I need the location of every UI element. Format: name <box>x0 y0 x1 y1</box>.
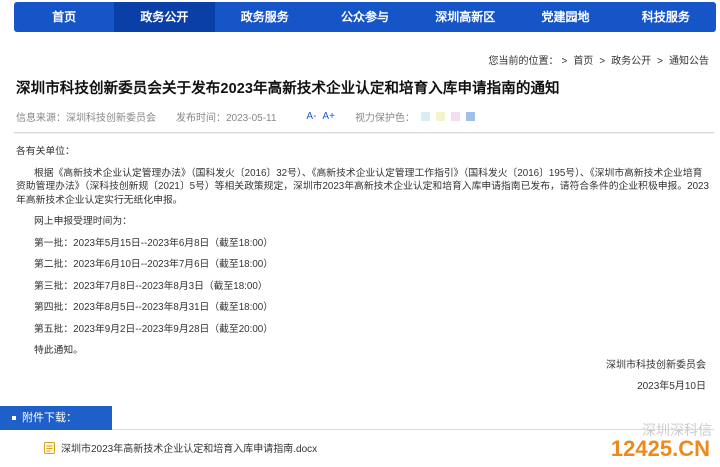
batch-item: 第一批：2023年5月15日--2023年6月8日（截至18:00） <box>34 237 274 249</box>
eye-care-swatch-blue[interactable] <box>420 112 430 121</box>
eye-care-swatch-yellow[interactable] <box>435 112 445 121</box>
sign-date: 2023年5月10日 <box>637 381 706 392</box>
nav-item-tech-services[interactable]: 科技服务 <box>616 2 716 32</box>
breadcrumb-item-government-affairs[interactable]: 政务公开 <box>611 56 651 67</box>
divider <box>112 429 714 430</box>
page-title: 深圳市科技创新委员会关于发布2023年高新技术企业认定和培育入库申请指南的通知 <box>16 81 560 97</box>
watermark-logo: 12425.CN <box>611 436 710 462</box>
batch-item: 第三批：2023年7月8日--2023年8月3日（截至18:00） <box>34 280 268 292</box>
breadcrumb-item-home[interactable]: 首页 <box>573 56 593 67</box>
eye-care-swatch-pink[interactable] <box>450 112 460 121</box>
eye-care-label: 视力保护色： <box>354 113 415 124</box>
document-icon <box>44 441 55 454</box>
breadcrumb-separator: > <box>561 56 568 67</box>
batch-item: 第五批：2023年9月2日--2023年9月28日（截至20:00） <box>34 323 274 335</box>
batch-item: 第四批：2023年8月5日--2023年8月31日（截至18:00） <box>34 302 274 313</box>
nav-bar: 首页 政务公开 政务服务 公众参与 深圳高新区 党建园地 科技服务 <box>14 2 716 32</box>
publish-time: 发布时间：2023-05-11 <box>176 113 277 124</box>
attachment-link[interactable]: 深圳市2023年高新技术企业认定和培育入库申请指南.docx <box>44 440 317 455</box>
schedule-intro: 网上申报受理时间为： <box>34 216 132 227</box>
attachments-header: 附件下载： <box>0 406 112 430</box>
watermark-number: 12425.CN <box>610 436 710 461</box>
article-meta: 信息来源：深圳科技创新委员会 发布时间：2023-05-11 A- A+ 视力保… <box>16 109 475 124</box>
nav-item-public-participation[interactable]: 公众参与 <box>315 2 415 32</box>
nav-item-government-affairs[interactable]: 政务公开 <box>114 2 215 32</box>
breadcrumb-item-notices[interactable]: 通知公告 <box>669 56 709 67</box>
font-smaller-button[interactable]: A- <box>306 111 316 122</box>
top-navigation: 首页 政务公开 政务服务 公众参与 深圳高新区 党建园地 科技服务 <box>0 0 720 36</box>
nav-item-home[interactable]: 首页 <box>14 2 114 32</box>
divider <box>14 133 714 134</box>
nav-item-hightech-zone[interactable]: 深圳高新区 <box>415 2 515 32</box>
bullet-icon <box>12 416 16 421</box>
batch-item: 第二批：2023年6月10日--2023年7月6日（截至18:00） <box>34 259 274 270</box>
article-body: 各有关单位： 根据《高新技术企业认定管理办法》（国科发火〔2016〕32号）、《… <box>16 145 710 366</box>
breadcrumb-separator: > <box>657 56 663 67</box>
eye-care-swatch-darkblue[interactable] <box>465 112 475 121</box>
breadcrumb: 您当前的位置： > 首页 > 政务公开 > 通知公告 <box>488 52 712 67</box>
attachments-header-label: 附件下载： <box>22 412 77 424</box>
main-paragraph: 根据《高新技术企业认定管理办法》（国科发火〔2016〕32号）、《高新技术企业认… <box>16 167 709 206</box>
font-larger-button[interactable]: A+ <box>322 111 335 122</box>
nav-item-party-building[interactable]: 党建园地 <box>515 2 615 32</box>
nav-item-government-services[interactable]: 政务服务 <box>215 2 315 32</box>
breadcrumb-label: 您当前的位置： <box>488 56 559 67</box>
info-source: 信息来源：深圳科技创新委员会 <box>16 113 156 124</box>
attachment-filename: 深圳市2023年高新技术企业认定和培育入库申请指南.docx <box>61 444 318 455</box>
salutation: 各有关单位： <box>16 146 75 157</box>
breadcrumb-separator: > <box>599 56 606 67</box>
signer: 深圳市科技创新委员会 <box>606 360 706 371</box>
